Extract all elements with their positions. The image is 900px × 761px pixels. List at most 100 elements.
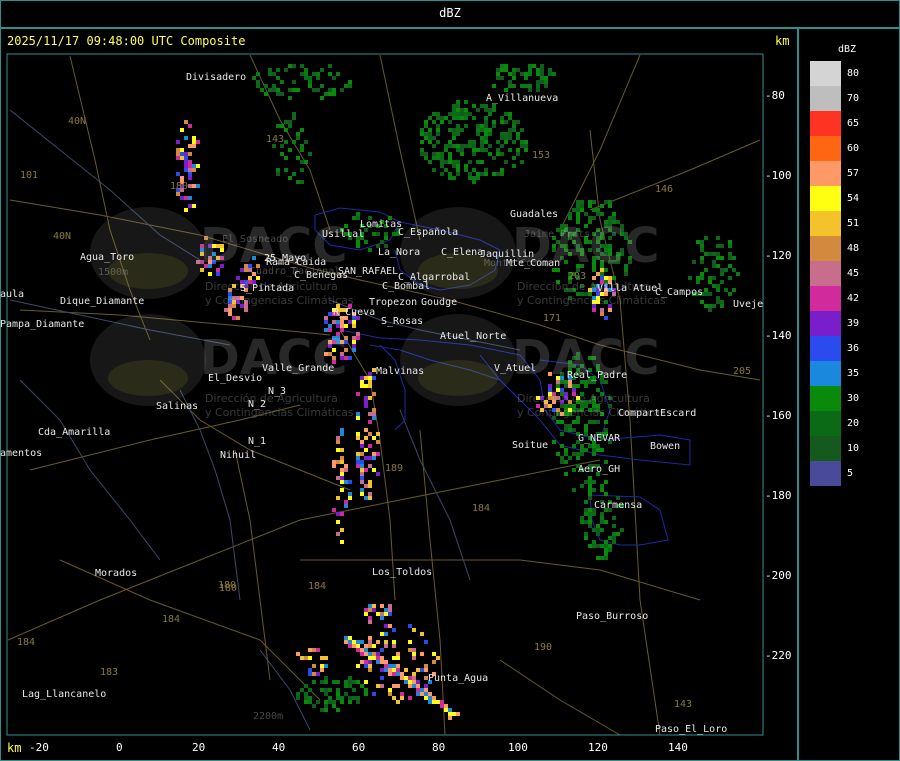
y-tick: -160 — [765, 409, 792, 422]
echo-pixel — [324, 704, 328, 708]
echo-pixel — [424, 696, 428, 700]
road-line — [499, 659, 621, 736]
echo-pixel — [568, 428, 572, 432]
echo-pixel — [440, 700, 444, 704]
echo-pixel — [516, 132, 520, 136]
echo-pixel — [588, 512, 592, 516]
x-tick: 20 — [192, 741, 206, 754]
echo-pixel — [352, 680, 356, 684]
x-tick: 0 — [116, 741, 123, 754]
echo-pixel — [272, 88, 276, 92]
echo-pixel — [288, 88, 292, 92]
echo-pixel — [176, 192, 180, 196]
echo-pixel — [520, 140, 524, 144]
echo-pixel — [512, 140, 516, 144]
echo-pixel — [600, 544, 604, 548]
echo-pixel — [700, 240, 704, 244]
echo-pixel — [356, 464, 360, 468]
echo-pixel — [428, 116, 432, 120]
echo-pixel — [360, 464, 364, 468]
echo-pixel — [452, 132, 456, 136]
legend-swatch — [810, 111, 841, 136]
echo-pixel — [464, 124, 468, 128]
echo-pixel — [452, 164, 456, 168]
echo-pixel — [428, 140, 432, 144]
km-unit-top: km — [775, 34, 790, 48]
echo-pixel — [308, 700, 312, 704]
echo-pixel — [592, 544, 596, 548]
echo-pixel — [448, 176, 452, 180]
echo-pixel — [320, 664, 324, 668]
echo-pixel — [492, 172, 496, 176]
echo-pixel — [392, 232, 396, 236]
echo-pixel — [592, 208, 596, 212]
echo-pixel — [588, 496, 592, 500]
echo-pixel — [424, 132, 428, 136]
timestamp-label: 2025/11/17 09:48:00 UTC Composite — [7, 34, 246, 48]
echo-pixel — [588, 484, 592, 488]
echo-pixel — [428, 160, 432, 164]
echo-pixel — [588, 444, 592, 448]
echo-pixel — [540, 68, 544, 72]
echo-pixel — [380, 604, 384, 608]
echo-pixel — [720, 256, 724, 260]
echo-pixel — [484, 104, 488, 108]
echo-pixel — [292, 80, 296, 84]
echo-pixel — [612, 540, 616, 544]
echo-pixel — [420, 128, 424, 132]
echo-pixel — [512, 128, 516, 132]
echo-pixel — [456, 160, 460, 164]
echo-pixel — [288, 124, 292, 128]
echo-pixel — [340, 88, 344, 92]
echo-pixel — [296, 156, 300, 160]
echo-pixel — [192, 136, 196, 140]
echo-pixel — [424, 124, 428, 128]
echo-pixel — [584, 532, 588, 536]
echo-pixel — [440, 172, 444, 176]
echo-pixel — [436, 132, 440, 136]
place-label: 1500m — [98, 267, 129, 278]
echo-pixel — [724, 268, 728, 272]
echo-pixel — [268, 88, 272, 92]
echo-pixel — [492, 156, 496, 160]
echo-pixel — [448, 708, 452, 712]
echo-pixel — [456, 132, 460, 136]
echo-pixel — [384, 612, 388, 616]
echo-pixel — [184, 160, 188, 164]
echo-pixel — [180, 156, 184, 160]
echo-pixel — [308, 80, 312, 84]
echo-pixel — [448, 112, 452, 116]
echo-pixel — [524, 76, 528, 80]
y-tick: -220 — [765, 649, 792, 662]
echo-pixel — [436, 112, 440, 116]
echo-pixel — [352, 696, 356, 700]
echo-pixel — [224, 308, 228, 312]
echo-pixel — [304, 140, 308, 144]
echo-pixel — [564, 452, 568, 456]
echo-pixel — [440, 704, 444, 708]
echo-pixel — [400, 676, 404, 680]
echo-pixel — [440, 156, 444, 160]
echo-pixel — [356, 336, 360, 340]
route-number: 205 — [733, 366, 752, 377]
echo-pixel — [604, 540, 608, 544]
echo-pixel — [588, 480, 592, 484]
echo-pixel — [376, 612, 380, 616]
echo-pixel — [580, 484, 584, 488]
echo-pixel — [176, 148, 180, 152]
y-tick: -140 — [765, 329, 792, 342]
echo-pixel — [364, 484, 368, 488]
echo-pixel — [728, 240, 732, 244]
echo-pixel — [568, 212, 572, 216]
echo-pixel — [324, 676, 328, 680]
echo-pixel — [440, 160, 444, 164]
echo-pixel — [716, 288, 720, 292]
echo-pixel — [604, 552, 608, 556]
echo-pixel — [460, 108, 464, 112]
echo-pixel — [492, 84, 496, 88]
echo-pixel — [304, 692, 308, 696]
echo-pixel — [344, 504, 348, 508]
echo-pixel — [436, 152, 440, 156]
echo-pixel — [528, 88, 532, 92]
y-tick: -180 — [765, 489, 792, 502]
